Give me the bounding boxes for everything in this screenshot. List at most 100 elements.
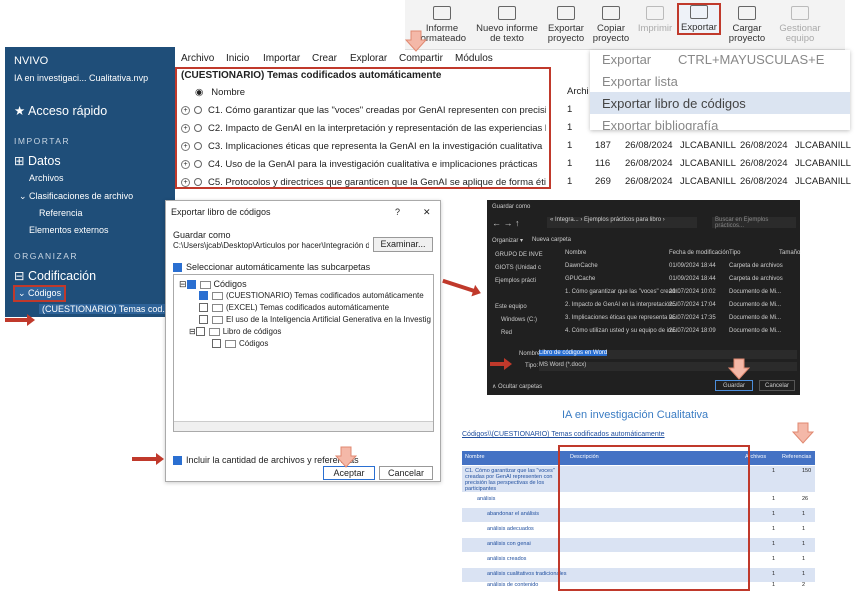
manage-team-button[interactable]: Gestionar equipo bbox=[775, 6, 825, 44]
file-type: Carpeta de archivos bbox=[729, 263, 783, 269]
menu-crear[interactable]: Crear bbox=[312, 53, 337, 64]
checkbox-icon bbox=[212, 339, 221, 349]
quick-access[interactable]: ★ Acceso rápido bbox=[14, 103, 107, 118]
export-project-button[interactable]: Exportar proyecto bbox=[545, 6, 587, 44]
tree-item[interactable]: ⊟ Códigos bbox=[179, 279, 247, 290]
expand-icon[interactable]: + bbox=[181, 177, 190, 187]
menu-archivo[interactable]: Archivo bbox=[181, 53, 214, 64]
nav-referencia[interactable]: Referencia bbox=[39, 208, 83, 218]
search-box[interactable]: Buscar en Ejemplos prácticos... bbox=[712, 217, 796, 229]
type-select[interactable]: MS Word (*.docx) bbox=[539, 362, 797, 371]
path-field[interactable]: C:\Users\jcab\Desktop\Articulos por hace… bbox=[173, 241, 369, 250]
filename-input[interactable]: Libro de códigos en Word bbox=[539, 350, 797, 359]
col-name[interactable]: Nombre bbox=[565, 250, 586, 256]
save-button[interactable]: Guardar bbox=[715, 380, 753, 391]
menu-export-bibliography[interactable]: Exportar bibliografía bbox=[602, 118, 718, 130]
nav-codificacion[interactable]: ⊟ Codificación bbox=[14, 268, 96, 283]
nav-item[interactable]: Este equipo bbox=[495, 304, 527, 310]
menu-compartir[interactable]: Compartir bbox=[399, 53, 443, 64]
text-report-button[interactable]: Nuevo informe de texto bbox=[475, 6, 539, 44]
load-project-button[interactable]: Cargar proyecto bbox=[725, 6, 769, 44]
checkbox-icon bbox=[199, 315, 208, 325]
new-folder-button[interactable]: Nueva carpeta bbox=[532, 237, 571, 243]
nav-item[interactable]: GRUPO DE INVE bbox=[495, 252, 543, 258]
cancel-button[interactable]: Cancelar bbox=[759, 380, 795, 391]
nav-item[interactable]: Ejemplos prácti bbox=[495, 278, 536, 284]
menu-explorar[interactable]: Explorar bbox=[350, 53, 387, 64]
nav-archivos[interactable]: Archivos bbox=[29, 173, 64, 183]
tree-item[interactable]: (EXCEL) Temas codificados automáticament… bbox=[199, 303, 389, 313]
hide-folders-toggle[interactable]: ∧ Ocultar carpetas bbox=[492, 383, 542, 390]
node-icon bbox=[194, 160, 202, 169]
file-row[interactable]: 2. Impacto de GenAI en la interpretación… bbox=[565, 302, 678, 308]
accept-button[interactable]: Aceptar bbox=[323, 466, 375, 480]
nav-item[interactable]: Red bbox=[501, 330, 512, 336]
folder-icon bbox=[212, 291, 223, 300]
file-row[interactable]: 1. Cómo garantizar que las "voces" cread… bbox=[565, 289, 680, 295]
col-type[interactable]: Tipo bbox=[729, 250, 740, 256]
ribbon: Informe formateado Nuevo informe de texto … bbox=[405, 0, 845, 50]
tree-item[interactable]: Códigos bbox=[212, 339, 268, 349]
list-item[interactable]: + C1. Cómo garantizar que las "voces" cre… bbox=[181, 102, 546, 120]
node-icon bbox=[194, 106, 202, 115]
nav-item[interactable]: GIOTS (Unidad c bbox=[495, 265, 541, 271]
menu-importar[interactable]: Importar bbox=[263, 53, 300, 64]
menu-modulos[interactable]: Módulos bbox=[455, 53, 493, 64]
highlight-box bbox=[558, 445, 750, 591]
file-row[interactable]: DawnCache bbox=[565, 263, 598, 269]
expand-icon[interactable]: + bbox=[181, 123, 190, 133]
nav-datos[interactable]: ⊞ Datos bbox=[14, 153, 61, 168]
file-row[interactable]: 3. Implicaciones éticas que representa l… bbox=[565, 315, 679, 321]
list-item[interactable]: + C5. Protocolos y directrices que garant… bbox=[181, 174, 546, 192]
cell-modified-by: JLCABANILL bbox=[795, 140, 851, 151]
list-item[interactable]: + C3. Implicaciones éticas que representa… bbox=[181, 138, 546, 156]
export-icon bbox=[690, 5, 708, 19]
document-icon bbox=[498, 6, 516, 20]
menu-export-codebook[interactable]: Exportar libro de códigos bbox=[602, 96, 746, 111]
pointer-arrow bbox=[442, 278, 476, 294]
col-date[interactable]: Fecha de modificación bbox=[669, 250, 729, 256]
address-bar[interactable]: « Integra... › Ejemplos prácticos para l… bbox=[547, 217, 697, 228]
nav-arrows[interactable]: ← → ↑ bbox=[492, 218, 520, 228]
horizontal-scrollbar[interactable] bbox=[174, 421, 433, 431]
folder-icon bbox=[212, 315, 223, 324]
cancel-button[interactable]: Cancelar bbox=[379, 466, 433, 480]
menu-inicio[interactable]: Inicio bbox=[226, 53, 249, 64]
menu-export[interactable]: Exportar bbox=[602, 52, 651, 67]
cell-created: 26/08/2024 bbox=[625, 140, 673, 151]
copy-project-button[interactable]: Copiar proyecto bbox=[591, 6, 631, 44]
doc-path: Códigos\\(CUESTIONARIO) Temas codificado… bbox=[462, 431, 665, 438]
menu-export-list[interactable]: Exportar lista bbox=[602, 74, 678, 89]
expand-icon[interactable]: + bbox=[181, 159, 190, 169]
file-row[interactable]: 4. Cómo utilizan usted y su equipo de in… bbox=[565, 328, 679, 334]
organize-button[interactable]: Organizar ▾ bbox=[492, 237, 523, 244]
auto-subfolders-checkbox[interactable]: Seleccionar automáticamente las subcarpe… bbox=[173, 262, 370, 273]
expand-icon[interactable]: + bbox=[181, 105, 190, 115]
list-item[interactable]: + C2. Impacto de GenAI en la interpretaci… bbox=[181, 120, 546, 138]
nav-item[interactable]: Windows (C:) bbox=[501, 317, 537, 323]
save-as-dialog: Guardar como ← → ↑ « Integra... › Ejempl… bbox=[487, 200, 800, 395]
nav-externos[interactable]: Elementos externos bbox=[29, 225, 109, 235]
cell-modified-by: JLCABANILL bbox=[795, 176, 851, 187]
expand-icon[interactable]: + bbox=[181, 141, 190, 151]
list-item[interactable]: + C4. Uso de la GenAI para la investigaci… bbox=[181, 156, 546, 174]
tree-item[interactable]: ⊟ Libro de códigos bbox=[189, 327, 281, 337]
cell-modified: 26/08/2024 bbox=[740, 158, 788, 169]
include-counts-checkbox[interactable]: Incluir la cantidad de archivos y refere… bbox=[173, 455, 359, 466]
col-size[interactable]: Tamaño bbox=[779, 250, 800, 256]
nav-clasificaciones[interactable]: ⌄ Clasificaciones de archivo bbox=[19, 191, 133, 202]
dialog-title: Exportar libro de códigos bbox=[171, 207, 271, 217]
nav-cuestionario[interactable]: (CUESTIONARIO) Temas cod... bbox=[39, 304, 173, 314]
close-icon[interactable]: ✕ bbox=[423, 207, 431, 218]
tree-item[interactable]: El uso de la Inteligencia Artificial Gen… bbox=[199, 315, 431, 325]
print-button[interactable]: Imprimir bbox=[635, 6, 675, 34]
navigation-sidebar: NVIVO IA en investigaci... Cualitativa.n… bbox=[5, 47, 175, 317]
browse-button[interactable]: Examinar... bbox=[373, 237, 433, 252]
export-button[interactable]: Exportar bbox=[677, 3, 721, 35]
tree-item[interactable]: (CUESTIONARIO) Temas codificados automát… bbox=[199, 291, 424, 301]
project-name: IA en investigaci... Cualitativa.nvp bbox=[14, 73, 149, 83]
file-row[interactable]: GPUCache bbox=[565, 276, 595, 282]
nav-codigos[interactable]: ⌄ Códigos bbox=[13, 285, 67, 302]
cell-refs: 187 bbox=[595, 140, 611, 151]
help-icon[interactable]: ? bbox=[395, 207, 400, 217]
